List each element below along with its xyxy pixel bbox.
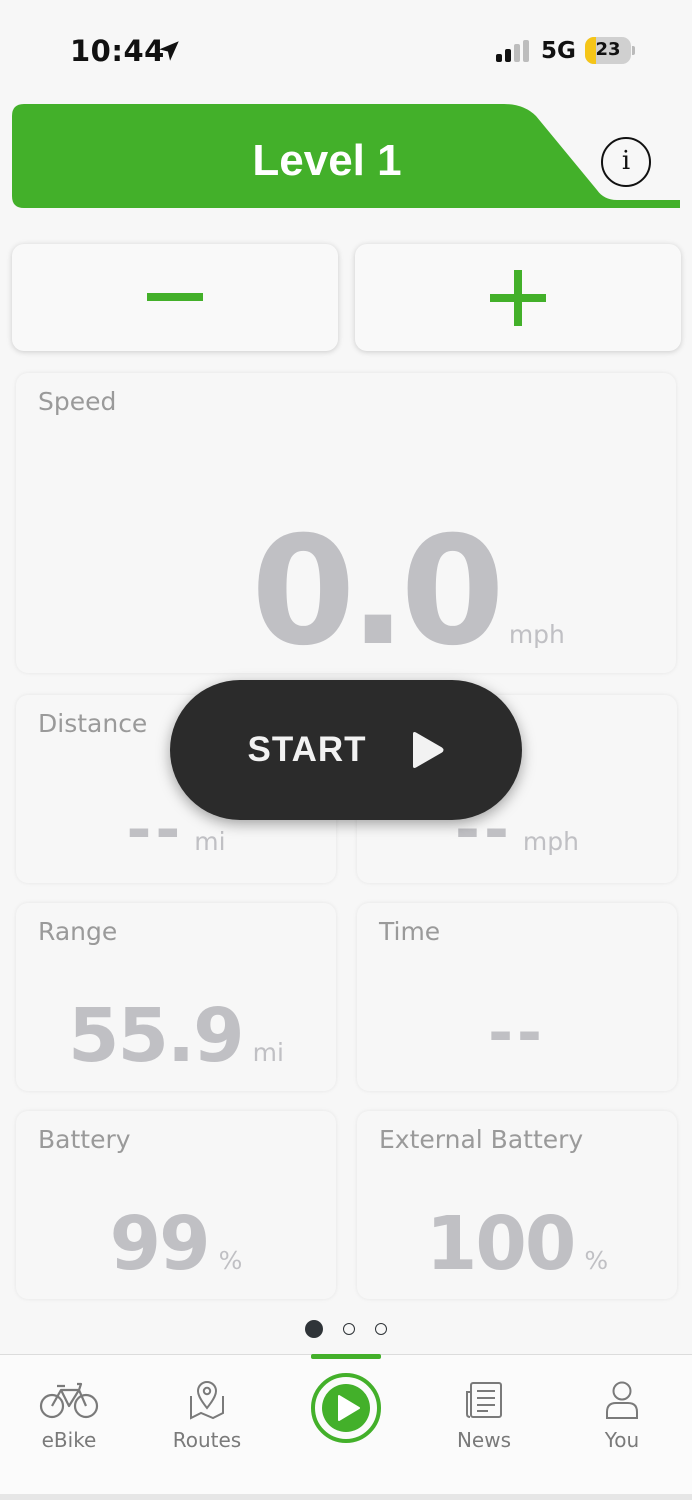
battery-value: 99 xyxy=(109,1201,211,1287)
assist-level-header: Level 1 i xyxy=(12,104,680,214)
external-battery-card: External Battery 100 % xyxy=(357,1111,677,1299)
battery-label: Battery xyxy=(38,1125,131,1154)
tab-news-label: News xyxy=(456,1428,512,1452)
external-battery-readout: 100 % xyxy=(357,1201,677,1287)
page-indicator[interactable] xyxy=(305,1320,395,1340)
status-time: 10:44 xyxy=(70,34,165,68)
info-icon: i xyxy=(621,146,631,176)
battery-icon: 23 xyxy=(585,37,631,64)
battery-card: Battery 99 % xyxy=(16,1111,336,1299)
speed-unit: mph xyxy=(508,620,565,649)
decrease-level-button[interactable] xyxy=(12,244,338,351)
page-dot-1[interactable] xyxy=(305,1320,323,1338)
page-dot-3[interactable] xyxy=(375,1323,387,1335)
active-tab-indicator xyxy=(311,1354,381,1359)
info-button[interactable]: i xyxy=(601,137,651,187)
external-battery-unit: % xyxy=(584,1246,609,1275)
bike-icon xyxy=(39,1382,99,1419)
newspaper-icon xyxy=(466,1382,502,1418)
range-readout: 55.9 mi xyxy=(16,993,336,1079)
home-indicator-bar xyxy=(0,1494,692,1500)
battery-nub xyxy=(632,46,635,55)
range-unit: mi xyxy=(252,1038,284,1067)
time-label: Time xyxy=(379,917,441,946)
play-icon xyxy=(412,732,444,768)
tab-you[interactable]: You xyxy=(567,1380,677,1470)
battery-unit: % xyxy=(218,1246,243,1275)
start-ride-button[interactable]: START xyxy=(170,680,522,820)
level-title: Level 1 xyxy=(252,136,402,185)
tab-ebike-label: eBike xyxy=(41,1428,97,1452)
increase-level-button[interactable] xyxy=(355,244,681,351)
page-dot-2[interactable] xyxy=(343,1323,355,1335)
status-bar: 10:44 5G 23 xyxy=(0,0,692,100)
user-icon xyxy=(606,1381,638,1419)
range-card: Range 55.9 mi xyxy=(16,903,336,1091)
distance-unit: mi xyxy=(194,827,226,856)
cellular-signal-icon xyxy=(496,40,529,62)
distance-label: Distance xyxy=(38,709,148,738)
minus-icon xyxy=(147,292,203,301)
external-battery-value: 100 xyxy=(425,1201,576,1287)
speed-readout: 0.0 mph xyxy=(16,505,676,679)
network-type: 5G xyxy=(541,38,576,64)
tab-ebike[interactable]: eBike xyxy=(14,1380,124,1470)
tab-routes-label: Routes xyxy=(172,1428,242,1452)
tab-routes[interactable]: Routes xyxy=(152,1380,262,1470)
distance-value: -- xyxy=(126,795,185,865)
map-pin-icon xyxy=(190,1381,224,1420)
plus-icon xyxy=(490,269,546,326)
tab-news[interactable]: News xyxy=(429,1380,539,1470)
start-label: START xyxy=(247,730,367,769)
time-card: Time -- xyxy=(357,903,677,1091)
tab-you-label: You xyxy=(604,1428,640,1452)
location-arrow-icon xyxy=(159,41,179,61)
battery-percent: 23 xyxy=(595,39,621,60)
average-speed-unit: mph xyxy=(522,827,579,856)
time-value: -- xyxy=(488,998,546,1068)
battery-readout: 99 % xyxy=(16,1201,336,1287)
range-value: 55.9 xyxy=(68,993,245,1079)
tab-ride[interactable] xyxy=(291,1372,401,1462)
range-label: Range xyxy=(38,917,118,946)
speed-label: Speed xyxy=(38,387,117,416)
time-readout: -- xyxy=(357,998,677,1068)
speed-value: 0.0 xyxy=(251,505,505,679)
external-battery-label: External Battery xyxy=(379,1125,584,1154)
play-circle-icon xyxy=(311,1373,381,1443)
